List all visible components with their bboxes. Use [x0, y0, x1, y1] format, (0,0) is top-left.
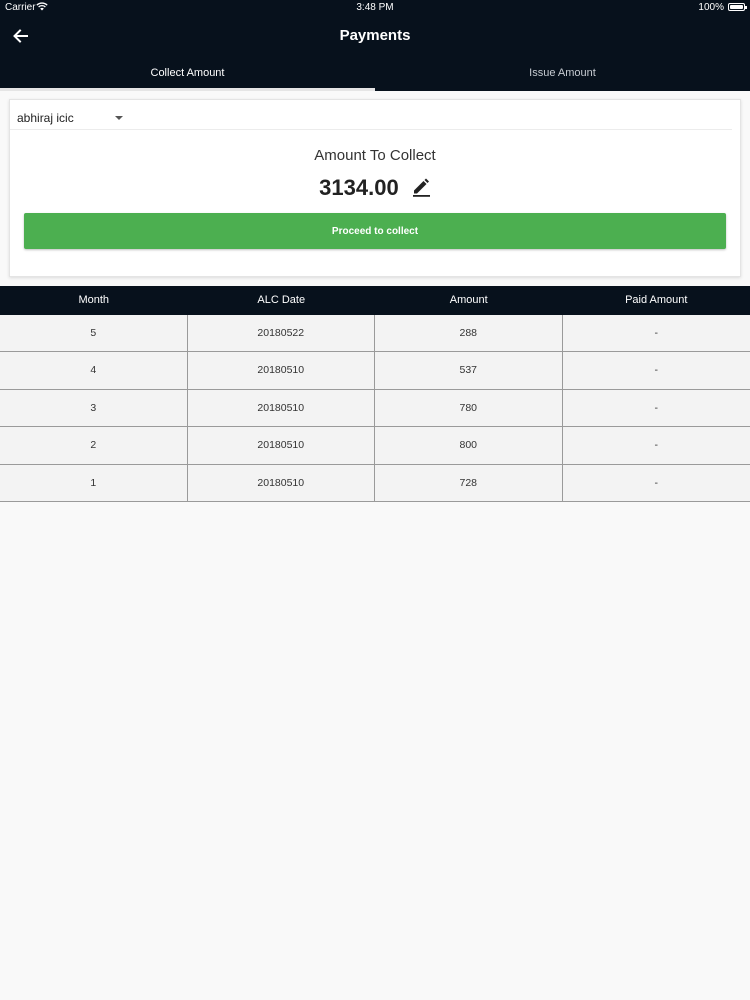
cell-paid-amount: - [562, 389, 750, 427]
tab-issue-amount[interactable]: Issue Amount [375, 60, 750, 91]
customer-dropdown[interactable]: abhiraj icic [10, 100, 732, 130]
pencil-icon[interactable] [411, 177, 431, 197]
table-row[interactable]: 3 20180510 780 - [0, 389, 750, 428]
table-row[interactable]: 2 20180510 800 - [0, 427, 750, 465]
amount-value: 3134.00 [319, 175, 399, 200]
amount-row: 3134.00 [10, 175, 740, 201]
payments-table: 5 20180522 288 - 4 20180510 537 - 3 2018… [0, 315, 750, 502]
cell-alc-date: 20180510 [187, 389, 375, 427]
battery-percent: 100% [698, 2, 724, 13]
cell-alc-date: 20180510 [187, 464, 375, 501]
cell-alc-date: 20180510 [187, 352, 375, 389]
cell-paid-amount: - [562, 427, 750, 464]
dropdown-arrow-icon [115, 116, 123, 120]
cell-paid-amount: - [562, 315, 750, 352]
cell-alc-date: 20180510 [187, 427, 375, 464]
cell-month: 4 [0, 352, 188, 389]
customer-name: abhiraj icic [17, 111, 74, 125]
cell-amount: 288 [375, 315, 563, 352]
status-bar: Carrier 3:48 PM 100% [0, 0, 750, 16]
column-header-amount: Amount [449, 294, 488, 306]
table-row[interactable]: 1 20180510 728 - [0, 464, 750, 502]
tab-collect-amount[interactable]: Collect Amount [0, 60, 375, 91]
status-time: 3:48 PM [356, 2, 394, 13]
cell-paid-amount: - [562, 352, 750, 389]
cell-paid-amount: - [562, 464, 750, 501]
cell-month: 1 [0, 464, 188, 501]
cell-amount: 537 [375, 352, 563, 389]
cell-amount: 780 [375, 389, 563, 427]
collect-card: abhiraj icic Amount To Collect 3134.00 P… [9, 99, 741, 277]
app-header: Carrier 3:48 PM 100% Payments Collect Am… [0, 0, 750, 91]
column-header-month: Month [78, 294, 110, 306]
cell-month: 2 [0, 427, 188, 464]
proceed-to-collect-button[interactable]: Proceed to collect [24, 213, 726, 249]
cell-amount: 728 [375, 464, 563, 501]
table-header: Month ALC Date Amount Paid Amount [0, 286, 750, 315]
column-header-alc-date: ALC Date [257, 294, 306, 306]
battery-icon [728, 3, 747, 11]
cell-month: 5 [0, 315, 188, 352]
page-title: Payments [339, 27, 411, 44]
table-row[interactable]: 4 20180510 537 - [0, 352, 750, 390]
cell-month: 3 [0, 389, 188, 427]
column-header-paid-amount: Paid Amount [625, 294, 688, 306]
cell-amount: 800 [375, 427, 563, 464]
cell-alc-date: 20180522 [187, 315, 375, 352]
amount-to-collect-label: Amount To Collect [314, 147, 436, 164]
table-row[interactable]: 5 20180522 288 - [0, 315, 750, 353]
